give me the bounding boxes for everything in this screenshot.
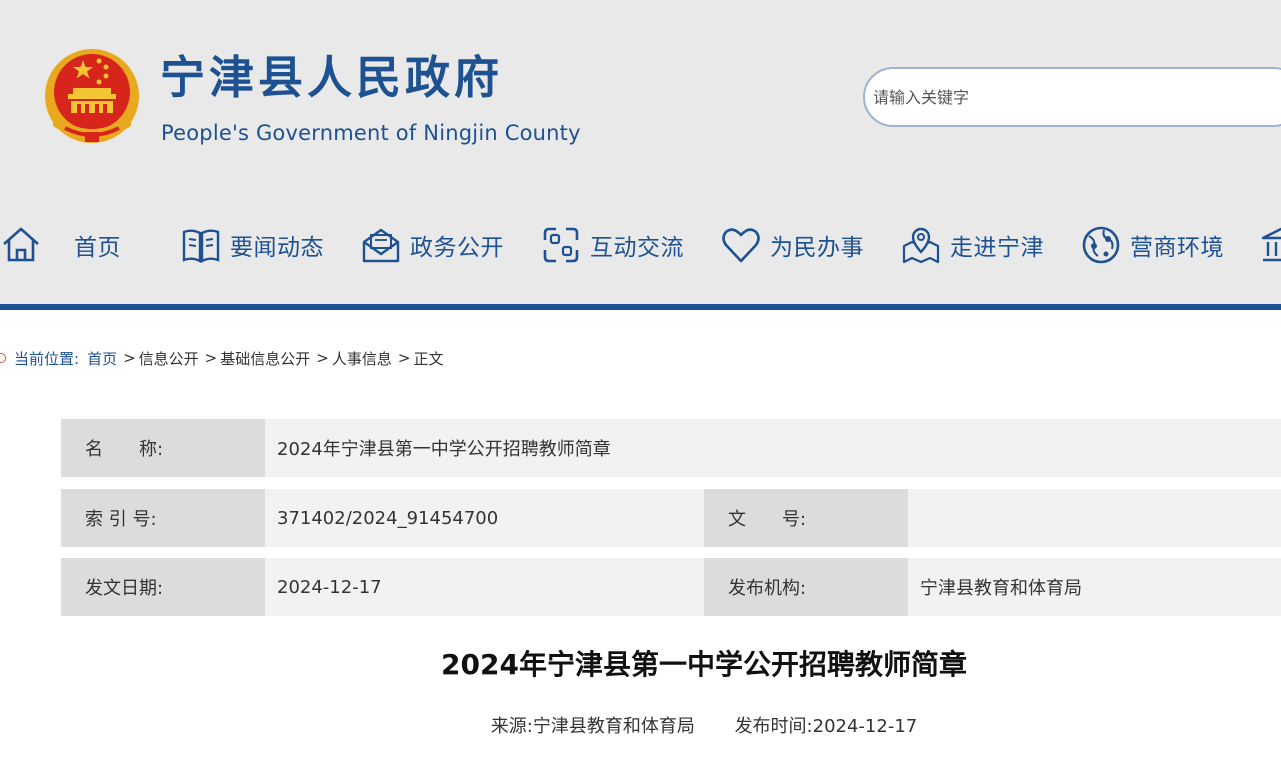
nav-item-news[interactable]: 要闻动态 (180, 215, 324, 275)
info-value-org: 宁津县教育和体育局 (908, 558, 1281, 616)
breadcrumb-link-basic-info[interactable]: 基础信息公开 (220, 348, 310, 369)
globe-icon (1082, 226, 1120, 264)
nav-label: 走进宁津 (950, 235, 1044, 261)
article-publish-time: 发布时间:2024-12-17 (734, 716, 918, 737)
article-meta: 来源:宁津县教育和体育局 发布时间:2024-12-17 (0, 712, 1281, 738)
info-row-index: 索 引 号: 371402/2024_91454700 文 号: (61, 489, 1281, 547)
nav-item-interaction[interactable]: 互动交流 (540, 215, 684, 275)
nav-item-more[interactable] (1260, 215, 1281, 275)
breadcrumb-separator: > (397, 349, 411, 367)
article-source: 来源:宁津县教育和体育局 (490, 716, 695, 737)
info-label-org: 发布机构: (704, 558, 908, 616)
breadcrumb-link-home[interactable]: 首页 (87, 348, 117, 369)
building-icon (1261, 227, 1281, 262)
nav-item-about-ningjin[interactable]: 走进宁津 (900, 215, 1044, 275)
national-emblem-icon (45, 49, 139, 143)
info-label-doc-no: 文 号: (704, 489, 908, 547)
info-row-date: 发文日期: 2024-12-17 发布机构: 宁津县教育和体育局 (61, 558, 1281, 616)
nav-item-gov-affairs[interactable]: 政务公开 (360, 215, 504, 275)
breadcrumb-current: 正文 (413, 349, 444, 368)
map-pin-icon (902, 227, 940, 264)
breadcrumb-separator: > (316, 349, 329, 367)
location-dot-icon (0, 353, 6, 363)
info-value-name: 2024年宁津县第一中学公开招聘教师简章 (265, 419, 1281, 477)
nav-label: 要闻动态 (230, 235, 324, 261)
site-header: 宁津县人民政府 People's Government of Ningjin C… (0, 0, 1281, 304)
nav-item-services[interactable]: 为民办事 (720, 215, 864, 275)
site-subtitle: People's Government of Ningjin County (161, 121, 581, 145)
mail-open-icon (362, 228, 400, 263)
breadcrumb-link-info-public[interactable]: 信息公开 (139, 348, 199, 369)
breadcrumb-link-personnel[interactable]: 人事信息 (332, 348, 392, 369)
search-box (863, 67, 1281, 127)
search-input[interactable] (873, 79, 1273, 115)
nav-item-home[interactable]: 首页 (0, 215, 121, 275)
breadcrumb-separator: > (204, 349, 218, 367)
info-row-name: 名 称: 2024年宁津县第一中学公开招聘教师简章 (61, 419, 1281, 477)
nav-item-business-env[interactable]: 营商环境 (1080, 215, 1224, 275)
nav-label: 首页 (74, 235, 121, 261)
interaction-icon (543, 227, 579, 263)
heart-icon (722, 228, 760, 263)
article-title: 2024年宁津县第一中学公开招聘教师简章 (441, 648, 967, 681)
nav-label: 政务公开 (410, 235, 504, 261)
nav-underline (0, 304, 1281, 310)
home-icon (3, 227, 39, 262)
info-value-doc-no (908, 489, 1281, 547)
breadcrumb-prefix: 当前位置: (14, 349, 80, 368)
main-nav: 首页 要闻动态 政务公开 互动交流 为民办事 走进宁津 营商环境 (0, 215, 1281, 275)
info-label-name: 名 称: (61, 419, 265, 477)
info-value-date: 2024-12-17 (265, 558, 704, 616)
nav-label: 为民办事 (770, 235, 864, 261)
info-value-index: 371402/2024_91454700 (265, 489, 704, 547)
nav-label: 营商环境 (1130, 235, 1224, 261)
info-label-date: 发文日期: (61, 558, 265, 616)
nav-label: 互动交流 (590, 235, 684, 261)
book-icon (182, 229, 220, 263)
site-title: 宁津县人民政府 (160, 51, 504, 104)
breadcrumb: 当前位置: 首页 > 信息公开 > 基础信息公开 > 人事信息 > 正文 (0, 346, 443, 370)
info-label-index: 索 引 号: (61, 489, 265, 547)
breadcrumb-separator: > (123, 349, 136, 367)
